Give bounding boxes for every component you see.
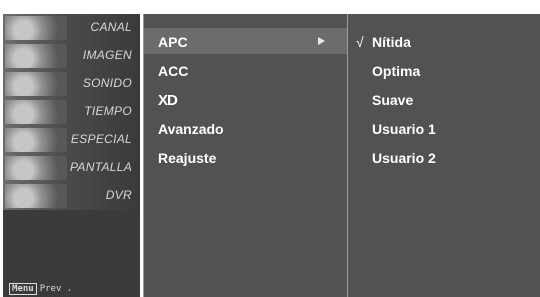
- option-usuario-2[interactable]: Usuario 2: [348, 144, 540, 170]
- category-label: SONIDO: [82, 76, 132, 90]
- option-nitida[interactable]: √ Nítida: [348, 28, 540, 54]
- category-especial[interactable]: ESPECIAL: [3, 126, 140, 155]
- category-column: CANAL IMAGEN SONIDO TIEMPO ESPECIAL PANT…: [3, 14, 140, 297]
- option-usuario-1[interactable]: Usuario 1: [348, 115, 540, 141]
- menu-key-icon: Menu: [9, 283, 37, 295]
- option-label: Usuario 2: [372, 150, 436, 166]
- option-suave[interactable]: Suave: [348, 86, 540, 112]
- category-canal[interactable]: CANAL: [3, 14, 140, 43]
- xd-logo: XD: [158, 92, 178, 109]
- menu-item-reajuste[interactable]: Reajuste: [144, 144, 347, 170]
- dvr-icon: [5, 184, 67, 208]
- menu-item-xd[interactable]: XD: [144, 86, 347, 112]
- menu-item-apc[interactable]: APC: [144, 28, 347, 54]
- option-label: Suave: [372, 92, 414, 108]
- clock-icon: [5, 100, 67, 124]
- option-optima[interactable]: Optima: [348, 57, 540, 83]
- menu-item-label: APC: [158, 34, 188, 50]
- menu-item-avanzado[interactable]: Avanzado: [144, 115, 347, 141]
- category-label: CANAL: [90, 20, 132, 34]
- category-pantalla[interactable]: PANTALLA: [3, 154, 140, 183]
- menu-item-label: Avanzado: [158, 121, 224, 137]
- category-imagen[interactable]: IMAGEN: [3, 42, 140, 71]
- menu-item-label: Reajuste: [158, 150, 217, 166]
- menu-item-acc[interactable]: ACC: [144, 57, 347, 83]
- channel-icon: [5, 16, 67, 40]
- special-icon: [5, 128, 67, 152]
- category-label: TIEMPO: [84, 104, 132, 118]
- category-sonido[interactable]: SONIDO: [3, 70, 140, 99]
- category-label: IMAGEN: [82, 48, 132, 62]
- option-label: Optima: [372, 63, 421, 79]
- category-label: DVR: [105, 188, 132, 202]
- option-label: Usuario 1: [372, 121, 436, 137]
- sound-icon: [5, 72, 67, 96]
- submenu-arrow-icon: [318, 37, 325, 45]
- screen-icon: [5, 156, 67, 180]
- category-label: ESPECIAL: [70, 132, 132, 146]
- category-label: PANTALLA: [70, 160, 132, 174]
- prev-hint[interactable]: Menu Prev .: [9, 283, 73, 295]
- apc-options: √ Nítida Optima Suave Usuario 1 Usuario …: [347, 14, 540, 297]
- category-dvr[interactable]: DVR: [3, 182, 140, 211]
- check-mark-icon: √: [356, 34, 364, 50]
- menu-item-label: ACC: [158, 63, 189, 79]
- prev-label: Prev .: [39, 284, 73, 294]
- picture-submenu: APC ACC XD Avanzado Reajuste: [143, 14, 347, 297]
- category-tiempo[interactable]: TIEMPO: [3, 98, 140, 127]
- picture-icon: [5, 44, 67, 68]
- option-label: Nítida: [372, 34, 411, 50]
- tv-osd-menu: CANAL IMAGEN SONIDO TIEMPO ESPECIAL PANT…: [0, 0, 540, 297]
